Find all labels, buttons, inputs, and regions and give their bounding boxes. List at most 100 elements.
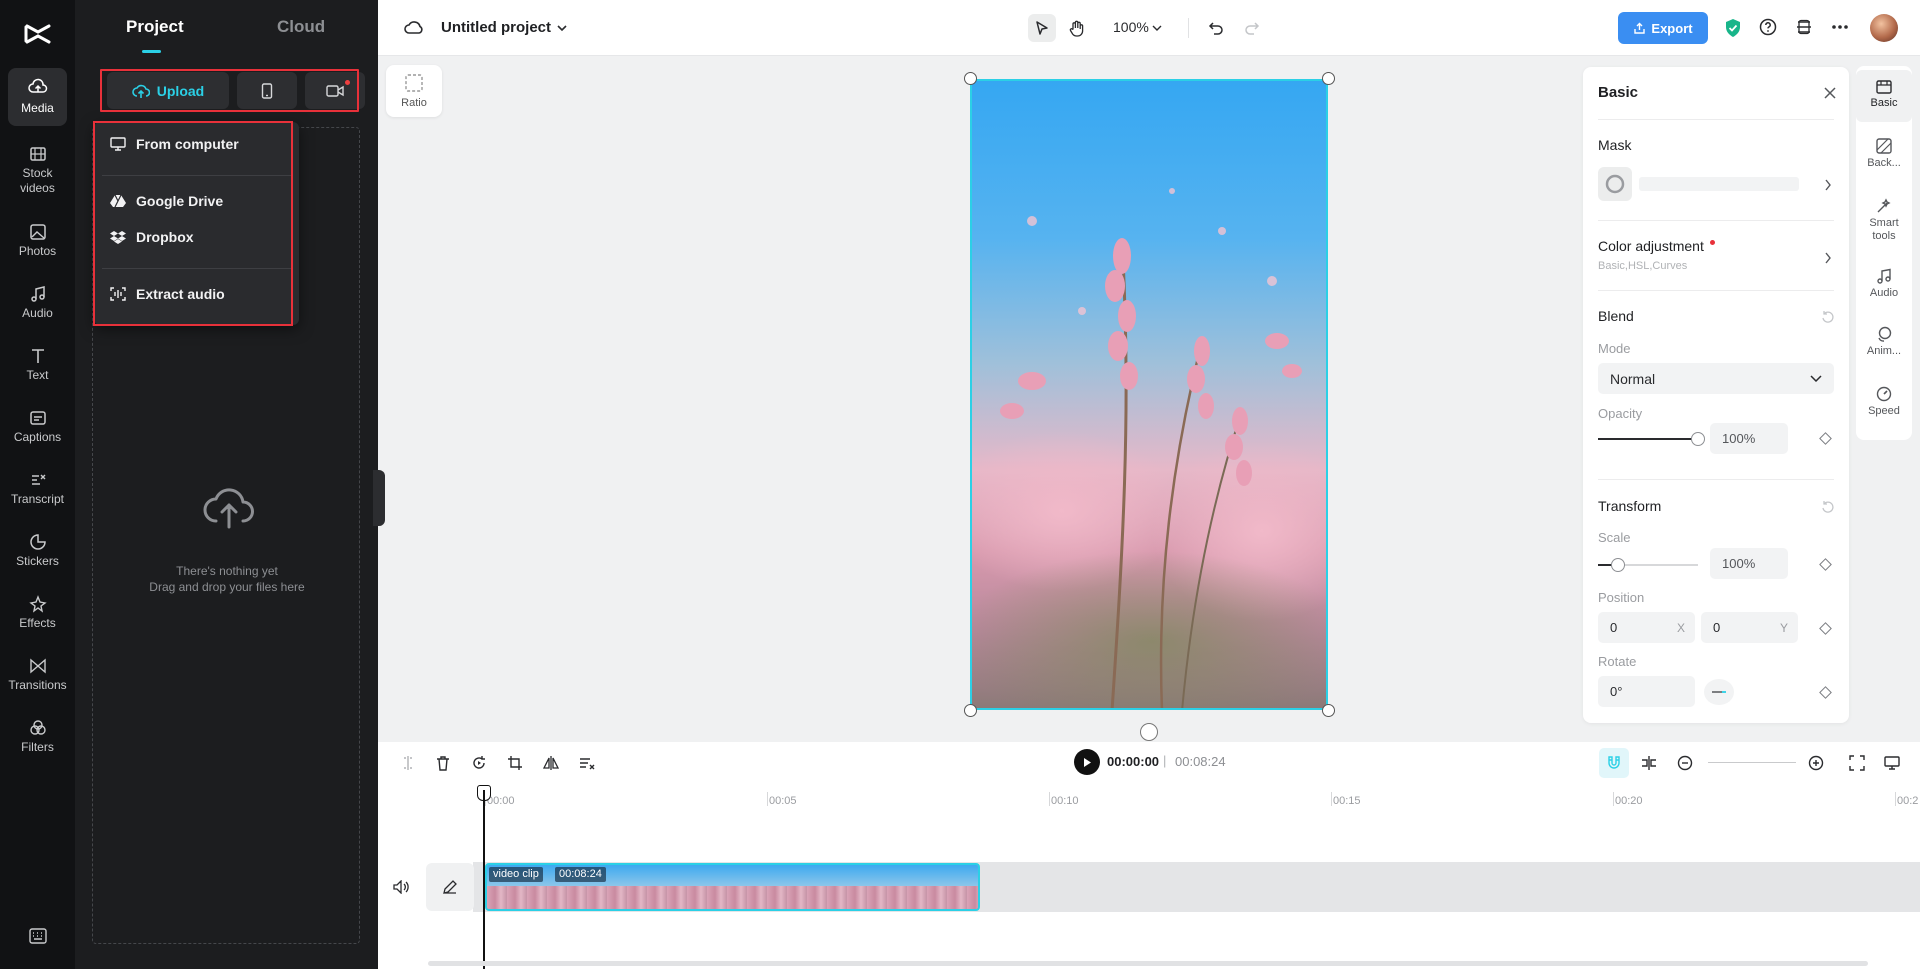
video-preview[interactable] [970, 79, 1328, 710]
hand-tool-button[interactable] [1063, 14, 1091, 42]
keyframe-diamond-icon[interactable] [1819, 686, 1832, 699]
flip-button[interactable] [540, 752, 562, 774]
chevron-right-icon[interactable] [1824, 252, 1832, 264]
axis-y-label: Y [1779, 620, 1788, 635]
position-x-input[interactable]: 0X [1598, 612, 1695, 643]
resize-handle-bottom-right[interactable] [1322, 704, 1335, 717]
volume-icon[interactable] [393, 880, 409, 894]
scale-slider-knob[interactable] [1611, 558, 1625, 572]
rail-item-captions[interactable]: Captions [8, 398, 67, 456]
select-tool-button[interactable] [1028, 14, 1056, 42]
snap-toggle[interactable] [1599, 748, 1629, 778]
chevron-right-icon[interactable] [1824, 179, 1832, 191]
blend-mode-select[interactable]: Normal [1598, 363, 1834, 394]
tick-label: 00:00 [487, 795, 515, 807]
keyframe-diamond-icon[interactable] [1819, 432, 1832, 445]
opacity-slider-knob[interactable] [1691, 432, 1705, 446]
captions-icon [29, 411, 46, 425]
undo-button[interactable] [1202, 14, 1230, 42]
crop-button[interactable] [504, 752, 526, 774]
rail-item-filters[interactable]: Filters [8, 708, 67, 766]
position-y-input[interactable]: 0Y [1701, 612, 1798, 643]
scale-input[interactable]: 100% [1710, 548, 1788, 579]
zoom-level[interactable]: 100% [1113, 19, 1149, 35]
rail-item-transitions[interactable]: Transitions [8, 646, 67, 704]
playhead[interactable] [483, 790, 485, 969]
opacity-input[interactable]: 100% [1710, 423, 1788, 454]
layers-icon[interactable] [1795, 19, 1813, 35]
right-rail-basic[interactable]: Basic [1856, 70, 1912, 122]
export-icon [1634, 22, 1646, 34]
shield-check-icon[interactable] [1724, 18, 1742, 38]
delete-button[interactable] [432, 752, 454, 774]
basic-icon [1876, 80, 1892, 94]
cloud-icon[interactable] [404, 18, 424, 36]
resize-handle-top-right[interactable] [1322, 72, 1335, 85]
export-button[interactable]: Export [1618, 12, 1708, 44]
scale-slider[interactable] [1598, 558, 1698, 572]
chevron-down-icon[interactable] [1152, 23, 1162, 33]
mask-thumbnail[interactable] [1598, 167, 1632, 201]
user-avatar[interactable] [1870, 14, 1898, 42]
link-toggle[interactable] [1638, 752, 1660, 774]
split-button[interactable] [397, 752, 419, 774]
rotate-input[interactable]: 0° [1598, 676, 1695, 707]
fullscreen-icon [1849, 755, 1865, 771]
right-rail-background[interactable]: Back... [1856, 138, 1912, 170]
more-icon[interactable] [1831, 24, 1849, 30]
trash-icon [437, 756, 449, 771]
zoom-in-button[interactable] [1805, 752, 1827, 774]
fit-timeline-button[interactable] [1846, 752, 1868, 774]
rail-item-photos[interactable]: Photos [8, 212, 67, 270]
play-button[interactable] [1074, 749, 1100, 775]
timeline-scrollbar[interactable] [428, 961, 1868, 966]
rail-item-effects[interactable]: Effects [8, 584, 67, 642]
right-rail-speed[interactable]: Speed [1856, 386, 1912, 418]
ratio-button[interactable]: Ratio [386, 65, 442, 117]
rail-item-text[interactable]: Text [8, 336, 67, 394]
rail-item-transcript[interactable]: Transcript [8, 460, 67, 518]
opacity-value: 100% [1722, 431, 1756, 446]
opacity-slider-fill [1598, 438, 1698, 440]
reset-icon[interactable] [1821, 500, 1835, 514]
rotate-dial[interactable] [1704, 679, 1734, 705]
opacity-slider[interactable] [1598, 432, 1705, 446]
right-rail-audio[interactable]: Audio [1856, 268, 1912, 300]
rail-item-audio[interactable]: Audio [8, 274, 67, 332]
more-edit-button[interactable] [576, 752, 598, 774]
screen-button[interactable] [1881, 752, 1903, 774]
clip-duration: 00:08:24 [555, 867, 606, 882]
zoom-out-button[interactable] [1674, 752, 1696, 774]
panel-collapse-handle[interactable] [373, 470, 385, 526]
empty-line-2: Drag and drop your files here [149, 580, 305, 594]
current-time: 00:00:00 [1107, 754, 1160, 769]
project-title[interactable]: Untitled project [441, 19, 551, 36]
reset-icon[interactable] [1821, 310, 1835, 324]
keyframe-diamond-icon[interactable] [1819, 558, 1832, 571]
edit-track-button[interactable] [426, 863, 474, 911]
pointer-icon [1036, 21, 1048, 35]
color-adjustment-label[interactable]: Color adjustment [1598, 238, 1715, 254]
right-rail-smart-tools[interactable]: Smart tools [1856, 198, 1912, 243]
right-rail-animation[interactable]: Anim... [1856, 326, 1912, 358]
media-icon [27, 78, 47, 93]
video-clip[interactable]: video clip 00:08:24 [485, 863, 980, 911]
tab-cloud[interactable]: Cloud [277, 17, 325, 37]
resize-handle-top-left[interactable] [964, 72, 977, 85]
redo-button[interactable] [1238, 14, 1266, 42]
rotate-handle[interactable] [1140, 723, 1158, 741]
rail-item-stock-videos[interactable]: Stock videos [8, 138, 67, 202]
flower-field-image [972, 188, 1326, 708]
help-icon[interactable] [1759, 18, 1777, 36]
rail-item-media[interactable]: Media [8, 68, 67, 126]
rail-item-stickers[interactable]: Stickers [8, 522, 67, 580]
keyboard-icon[interactable] [29, 928, 47, 944]
keyframe-diamond-icon[interactable] [1819, 622, 1832, 635]
chevron-down-icon[interactable] [556, 22, 568, 34]
rotate-dial-icon [1712, 691, 1726, 693]
loop-button[interactable] [468, 752, 490, 774]
resize-handle-bottom-left[interactable] [964, 704, 977, 717]
close-icon[interactable] [1824, 87, 1836, 99]
timeline-zoom-slider[interactable] [1708, 762, 1796, 763]
tab-project[interactable]: Project [126, 17, 184, 37]
